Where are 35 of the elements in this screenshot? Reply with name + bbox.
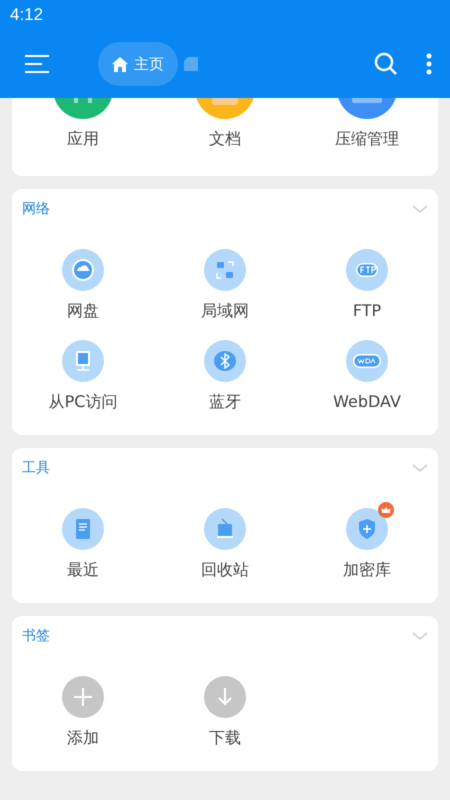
item-label[interactable]: 从PC访问 [48, 392, 118, 413]
status-time: 4:12 [10, 5, 44, 25]
plus-icon[interactable] [62, 676, 104, 718]
home-icon [112, 56, 128, 72]
item-label[interactable]: 回收站 [201, 560, 249, 581]
network-icon[interactable] [204, 249, 246, 291]
section-title: 网络 [22, 200, 50, 218]
category-label: 文档 [209, 129, 241, 150]
item-label[interactable]: 下载 [209, 728, 241, 749]
monitor-icon[interactable] [62, 340, 104, 382]
chevron-icon[interactable] [412, 464, 428, 472]
section-title: 工具 [22, 459, 50, 477]
ftp-icon[interactable] [346, 249, 388, 291]
item-label[interactable]: 局域网 [201, 301, 249, 322]
item-label[interactable]: 加密库 [343, 560, 391, 581]
section-title: 书签 [22, 627, 50, 645]
storage-icon[interactable] [184, 57, 198, 71]
chevron-icon[interactable] [412, 632, 428, 640]
webdav-icon[interactable] [346, 340, 388, 382]
category-label: 应用 [67, 129, 99, 150]
bluetooth-icon[interactable] [204, 340, 246, 382]
item-label[interactable]: 蓝牙 [209, 392, 241, 413]
item-label[interactable]: 添加 [67, 728, 99, 749]
cloud-icon[interactable] [62, 249, 104, 291]
chevron-icon[interactable] [412, 204, 428, 214]
item-label[interactable]: WebDAV [333, 392, 401, 411]
item-label[interactable]: FTP [352, 301, 382, 320]
download-icon[interactable] [204, 676, 246, 718]
shield-icon[interactable] [346, 508, 388, 550]
item-label[interactable]: 网盘 [67, 301, 99, 322]
trash-bin-icon[interactable] [204, 508, 246, 550]
document-icon[interactable] [62, 508, 104, 550]
crown-badge-icon [378, 502, 394, 518]
category-label: 压缩管理 [335, 129, 399, 150]
item-label[interactable]: 最近 [67, 560, 99, 581]
